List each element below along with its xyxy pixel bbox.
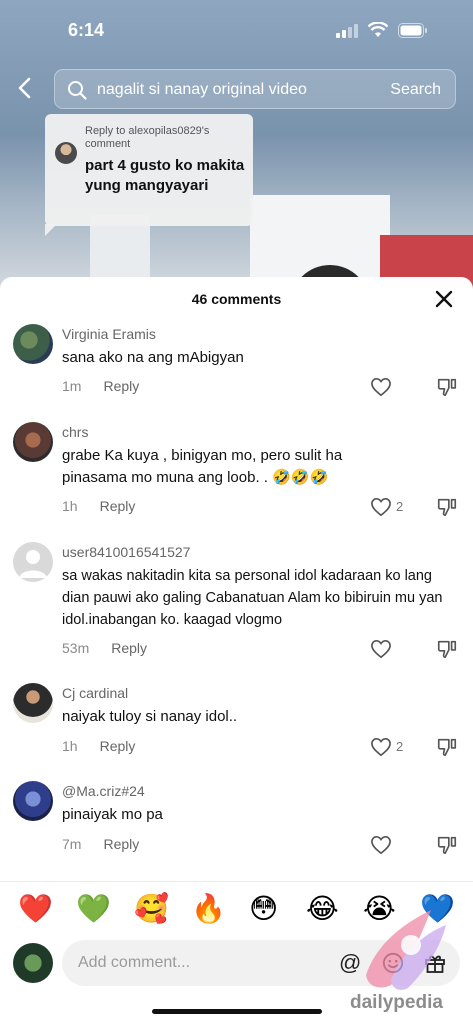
comment-text: sa wakas nakitadin kita sa personal idol… <box>62 568 443 628</box>
comment-username[interactable]: Cj cardinal <box>62 685 128 701</box>
reply-comment-bubble[interactable]: Reply to alexopilas0829's comment part 4… <box>45 114 253 236</box>
battery-icon <box>398 23 427 38</box>
heart-icon[interactable] <box>370 737 392 757</box>
avatar[interactable] <box>13 422 53 462</box>
comment-username[interactable]: chrs <box>62 424 88 440</box>
watermark-text: dailypedia <box>350 992 443 1013</box>
reply-button[interactable]: Reply <box>100 498 136 514</box>
home-indicator <box>152 1009 322 1014</box>
avatar[interactable] <box>13 542 53 582</box>
emoji-smiling-hearts[interactable]: 🥰 <box>134 892 169 926</box>
like-count: 2 <box>396 499 404 514</box>
comment-time: 53m <box>62 640 90 656</box>
reply-reference: Reply to alexopilas0829's comment <box>85 125 210 150</box>
heart-icon[interactable] <box>370 497 392 517</box>
comment-text: grabe Ka kuya , binigyan mo, pero sulit … <box>62 447 343 486</box>
comment-meta: 1m Reply <box>62 378 139 394</box>
comment-time: 1h <box>62 498 78 514</box>
comment-time: 7m <box>62 836 82 852</box>
comment-username[interactable]: user8410016541527 <box>62 544 190 560</box>
reply-button[interactable]: Reply <box>100 738 136 754</box>
current-user-avatar <box>13 943 53 983</box>
emoji-green-heart[interactable]: 💚 <box>76 892 111 926</box>
heart-icon[interactable] <box>370 835 392 855</box>
search-icon <box>68 81 87 100</box>
dailypedia-logo <box>366 910 446 990</box>
status-bar: 6:14 <box>0 0 473 62</box>
comment-text: sana ako na ang mAbigyan <box>62 349 244 366</box>
close-icon[interactable] <box>434 289 454 309</box>
search-bar[interactable]: nagalit si nanay original video Search <box>54 69 456 109</box>
emoji-joy[interactable]: 😂 <box>306 892 339 926</box>
avatar <box>55 142 77 164</box>
comment-text: naiyak tuloy si nanay idol.. <box>62 708 238 725</box>
avatar[interactable] <box>13 324 53 364</box>
comment-username[interactable]: @Ma.criz#24 <box>62 783 145 799</box>
cellular-signal-icon <box>336 24 358 38</box>
comment-meta: 7m Reply <box>62 836 139 852</box>
comment-meta: 1h Reply <box>62 738 135 754</box>
emoji-red-heart[interactable]: ❤️ <box>18 892 53 926</box>
dislike-icon[interactable] <box>436 496 458 518</box>
comment-username[interactable]: Virginia Eramis <box>62 326 156 342</box>
emoji-fire[interactable]: 🔥 <box>191 892 226 926</box>
emoji-flushed[interactable]: 😳 <box>249 892 278 926</box>
dislike-icon[interactable] <box>436 638 458 660</box>
dislike-icon[interactable] <box>436 736 458 758</box>
comment-time: 1m <box>62 378 82 394</box>
heart-icon[interactable] <box>370 377 392 397</box>
back-arrow-icon[interactable] <box>14 76 38 100</box>
comment-input-placeholder: Add comment... <box>78 954 191 971</box>
like-count: 2 <box>396 739 404 754</box>
reply-button[interactable]: Reply <box>111 640 147 656</box>
comments-count-title: 46 comments <box>191 291 282 307</box>
bubble-tail <box>45 224 57 236</box>
heart-icon[interactable] <box>370 639 392 659</box>
reply-text: part 4 gusto ko makita yung mangyayari <box>85 157 245 194</box>
avatar[interactable] <box>13 781 53 821</box>
search-query[interactable]: nagalit si nanay original video <box>97 81 307 99</box>
comment-meta: 53m Reply <box>62 640 147 656</box>
divider <box>0 881 473 882</box>
status-time: 6:14 <box>68 20 105 40</box>
comment-time: 1h <box>62 738 78 754</box>
search-button[interactable]: Search <box>390 81 441 99</box>
reply-button[interactable]: Reply <box>103 836 139 852</box>
dislike-icon[interactable] <box>436 834 458 856</box>
comment-text: pinaiyak mo pa <box>62 806 163 823</box>
wifi-icon <box>368 22 388 37</box>
comment-meta: 1h Reply <box>62 498 135 514</box>
reply-button[interactable]: Reply <box>103 378 139 394</box>
dislike-icon[interactable] <box>436 376 458 398</box>
default-avatar-icon <box>19 550 47 578</box>
avatar[interactable] <box>13 683 53 723</box>
